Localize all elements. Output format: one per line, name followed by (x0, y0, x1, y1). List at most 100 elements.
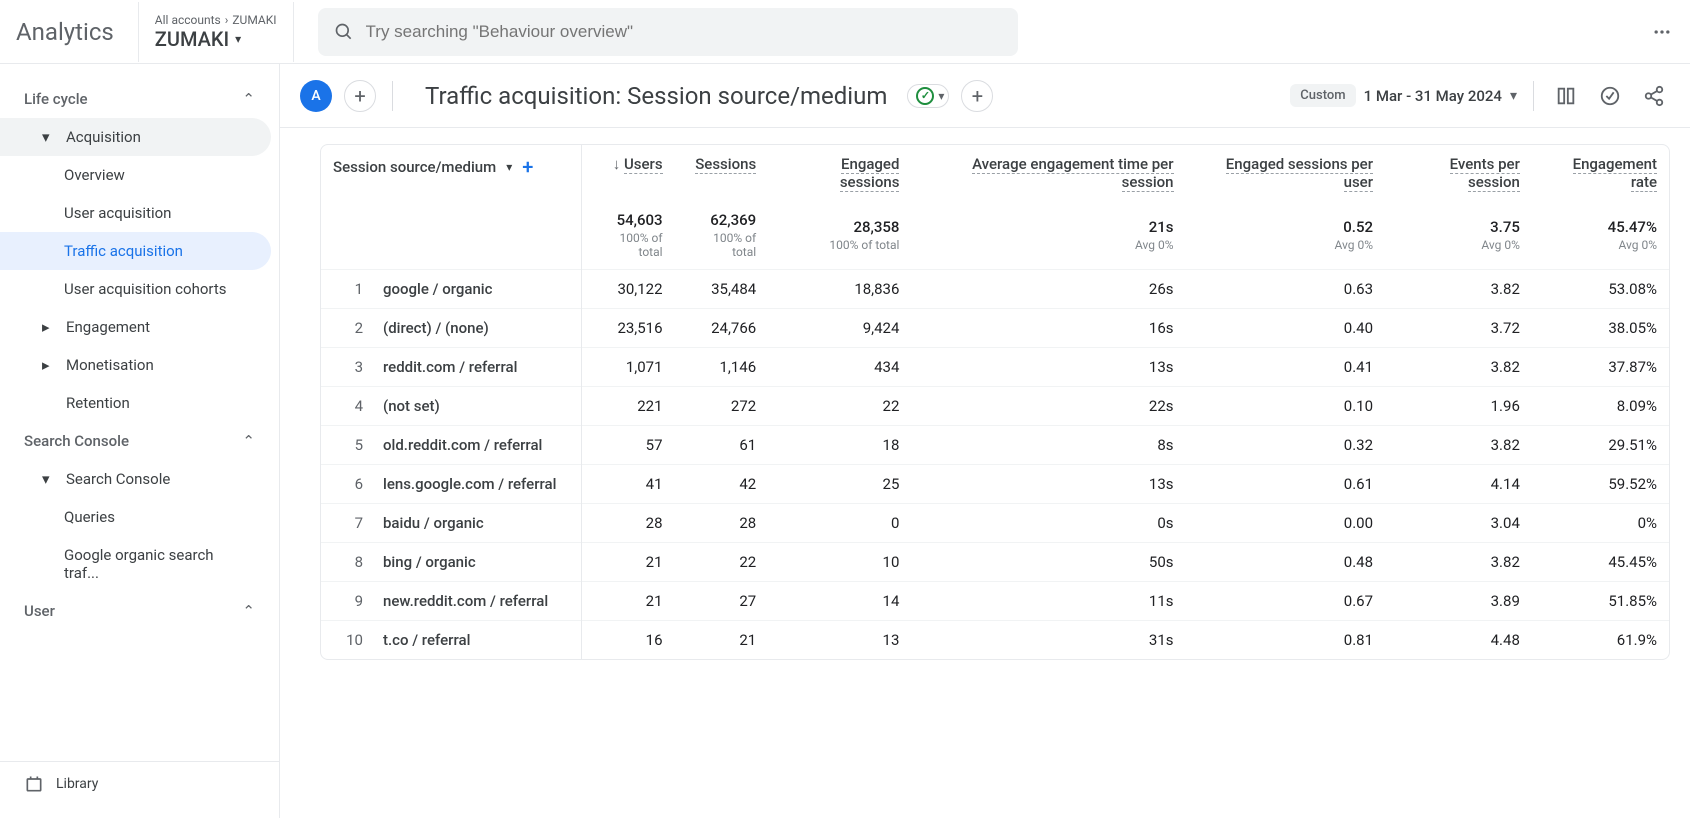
nav-label: User acquisition (64, 204, 171, 222)
column-events-per-session[interactable]: Events per session (1385, 145, 1532, 201)
cell-time: 16s (911, 309, 1185, 348)
divider (1533, 81, 1534, 111)
insights-icon[interactable] (1594, 80, 1626, 112)
cell-engaged: 14 (768, 582, 911, 621)
column-users[interactable]: ↓ Users (581, 145, 675, 201)
total-sessions: 62,369 (710, 211, 756, 229)
table-row[interactable]: 9new.reddit.com / referral21271411s0.673… (321, 582, 1669, 621)
cell-time: 31s (911, 621, 1185, 660)
table-row[interactable]: 3reddit.com / referral1,0711,14643413s0.… (321, 348, 1669, 387)
nav-retention[interactable]: Retention (0, 384, 271, 422)
section-life-cycle[interactable]: Life cycle ⌃ (0, 80, 279, 118)
section-label: Search Console (24, 432, 129, 450)
cell-eps: 3.72 (1385, 309, 1532, 348)
total-events: 3.75 (1490, 218, 1520, 236)
nav-user-acquisition-cohorts[interactable]: User acquisition cohorts (0, 270, 271, 308)
property-selector[interactable]: All accounts › ZUMAKI ZUMAKI ▾ (138, 2, 294, 62)
cell-sessions: 1,146 (675, 348, 769, 387)
add-comparison-button[interactable]: + (961, 80, 993, 112)
cell-time: 11s (911, 582, 1185, 621)
nav-google-organic-search[interactable]: Google organic search traf... (0, 536, 271, 592)
table-row[interactable]: 8bing / organic21221050s0.483.8245.45% (321, 543, 1669, 582)
section-user[interactable]: User ⌃ (0, 592, 279, 630)
nav-user-acquisition[interactable]: User acquisition (0, 194, 271, 232)
nav-label: Search Console (66, 470, 170, 488)
total-epu: 0.52 (1343, 218, 1373, 236)
nav-overview[interactable]: Overview (0, 156, 271, 194)
cell-engaged: 434 (768, 348, 911, 387)
customize-report-icon[interactable] (1550, 80, 1582, 112)
dimension-label: Session source/medium (333, 158, 496, 176)
column-engaged-per-user[interactable]: Engaged sessions per user (1186, 145, 1386, 201)
column-sessions[interactable]: Sessions (675, 145, 769, 201)
total-rate: 45.47% (1608, 218, 1657, 236)
cell-rate: 38.05% (1532, 309, 1669, 348)
cell-time: 8s (911, 426, 1185, 465)
caret-down-icon[interactable]: ▾ (506, 160, 512, 174)
cell-sessions: 27 (675, 582, 769, 621)
cell-sessions: 61 (675, 426, 769, 465)
column-engagement-rate[interactable]: Engagement rate (1532, 145, 1669, 201)
cell-users: 30,122 (581, 270, 675, 309)
cell-users: 21 (581, 582, 675, 621)
table-row[interactable]: 10t.co / referral16211331s0.814.4861.9% (321, 621, 1669, 660)
table-row[interactable]: 1google / organic30,12235,48418,83626s0.… (321, 270, 1669, 309)
cell-epu: 0.10 (1186, 387, 1386, 426)
cell-sessions: 42 (675, 465, 769, 504)
divider (392, 81, 393, 111)
cell-eps: 3.82 (1385, 426, 1532, 465)
cell-rate: 37.87% (1532, 348, 1669, 387)
section-search-console[interactable]: Search Console ⌃ (0, 422, 279, 460)
section-label: Life cycle (24, 90, 88, 108)
cell-engaged: 25 (768, 465, 911, 504)
search-bar[interactable] (318, 8, 1018, 56)
cell-engaged: 18,836 (768, 270, 911, 309)
dimension-header[interactable]: Session source/medium ▾ + (321, 145, 581, 201)
total-time: 21s (1149, 218, 1174, 236)
nav-traffic-acquisition[interactable]: Traffic acquisition (0, 232, 271, 270)
add-dimension-button[interactable]: + (522, 155, 533, 179)
nav-acquisition[interactable]: ▾ Acquisition (0, 118, 271, 156)
table-row[interactable]: 6lens.google.com / referral41422513s0.61… (321, 465, 1669, 504)
cell-epu: 0.81 (1186, 621, 1386, 660)
cell-eps: 3.82 (1385, 270, 1532, 309)
cell-time: 50s (911, 543, 1185, 582)
caret-down-icon: ▾ (938, 89, 944, 103)
report-header: A + Traffic acquisition: Session source/… (280, 64, 1690, 128)
table-row[interactable]: 5old.reddit.com / referral5761188s0.323.… (321, 426, 1669, 465)
nav-search-console[interactable]: ▾ Search Console (0, 460, 271, 498)
sidebar: Life cycle ⌃ ▾ Acquisition Overview User… (0, 64, 280, 818)
cell-time: 13s (911, 465, 1185, 504)
cell-engaged: 0 (768, 504, 911, 543)
cell-epu: 0.63 (1186, 270, 1386, 309)
share-icon[interactable] (1638, 80, 1670, 112)
dimension-value: (direct) / (none) (383, 319, 489, 337)
chevron-up-icon: ⌃ (242, 432, 255, 450)
table-row[interactable]: 2(direct) / (none)23,51624,7669,42416s0.… (321, 309, 1669, 348)
nav-queries[interactable]: Queries (0, 498, 271, 536)
column-engaged-sessions[interactable]: Engaged sessions (768, 145, 911, 201)
cell-sessions: 35,484 (675, 270, 769, 309)
segment-avatar[interactable]: A (300, 80, 332, 112)
search-input[interactable] (366, 22, 1002, 42)
library-button[interactable]: Library (0, 761, 279, 806)
cell-epu: 0.32 (1186, 426, 1386, 465)
add-segment-button[interactable]: + (344, 80, 376, 112)
table-row[interactable]: 7baidu / organic282800s0.003.040% (321, 504, 1669, 543)
nav-label: Engagement (66, 318, 150, 336)
cell-sessions: 272 (675, 387, 769, 426)
cell-engaged: 22 (768, 387, 911, 426)
section-label: User (24, 602, 55, 620)
nav-engagement[interactable]: ▸ Engagement (0, 308, 271, 346)
table-row[interactable]: 4(not set)2212722222s0.101.968.09% (321, 387, 1669, 426)
data-quality-pill[interactable]: ✓ ▾ (907, 84, 949, 108)
cell-eps: 3.04 (1385, 504, 1532, 543)
column-avg-engagement-time[interactable]: Average engagement time per session (911, 145, 1185, 201)
dimension-value: (not set) (383, 397, 440, 415)
more-icon[interactable] (1650, 20, 1674, 44)
nav-monetisation[interactable]: ▸ Monetisation (0, 346, 271, 384)
total-users: 54,603 (617, 211, 663, 229)
date-range-picker[interactable]: Custom 1 Mar - 31 May 2024 ▾ (1290, 84, 1517, 107)
cell-users: 57 (581, 426, 675, 465)
caret-down-icon: ▾ (235, 32, 241, 46)
